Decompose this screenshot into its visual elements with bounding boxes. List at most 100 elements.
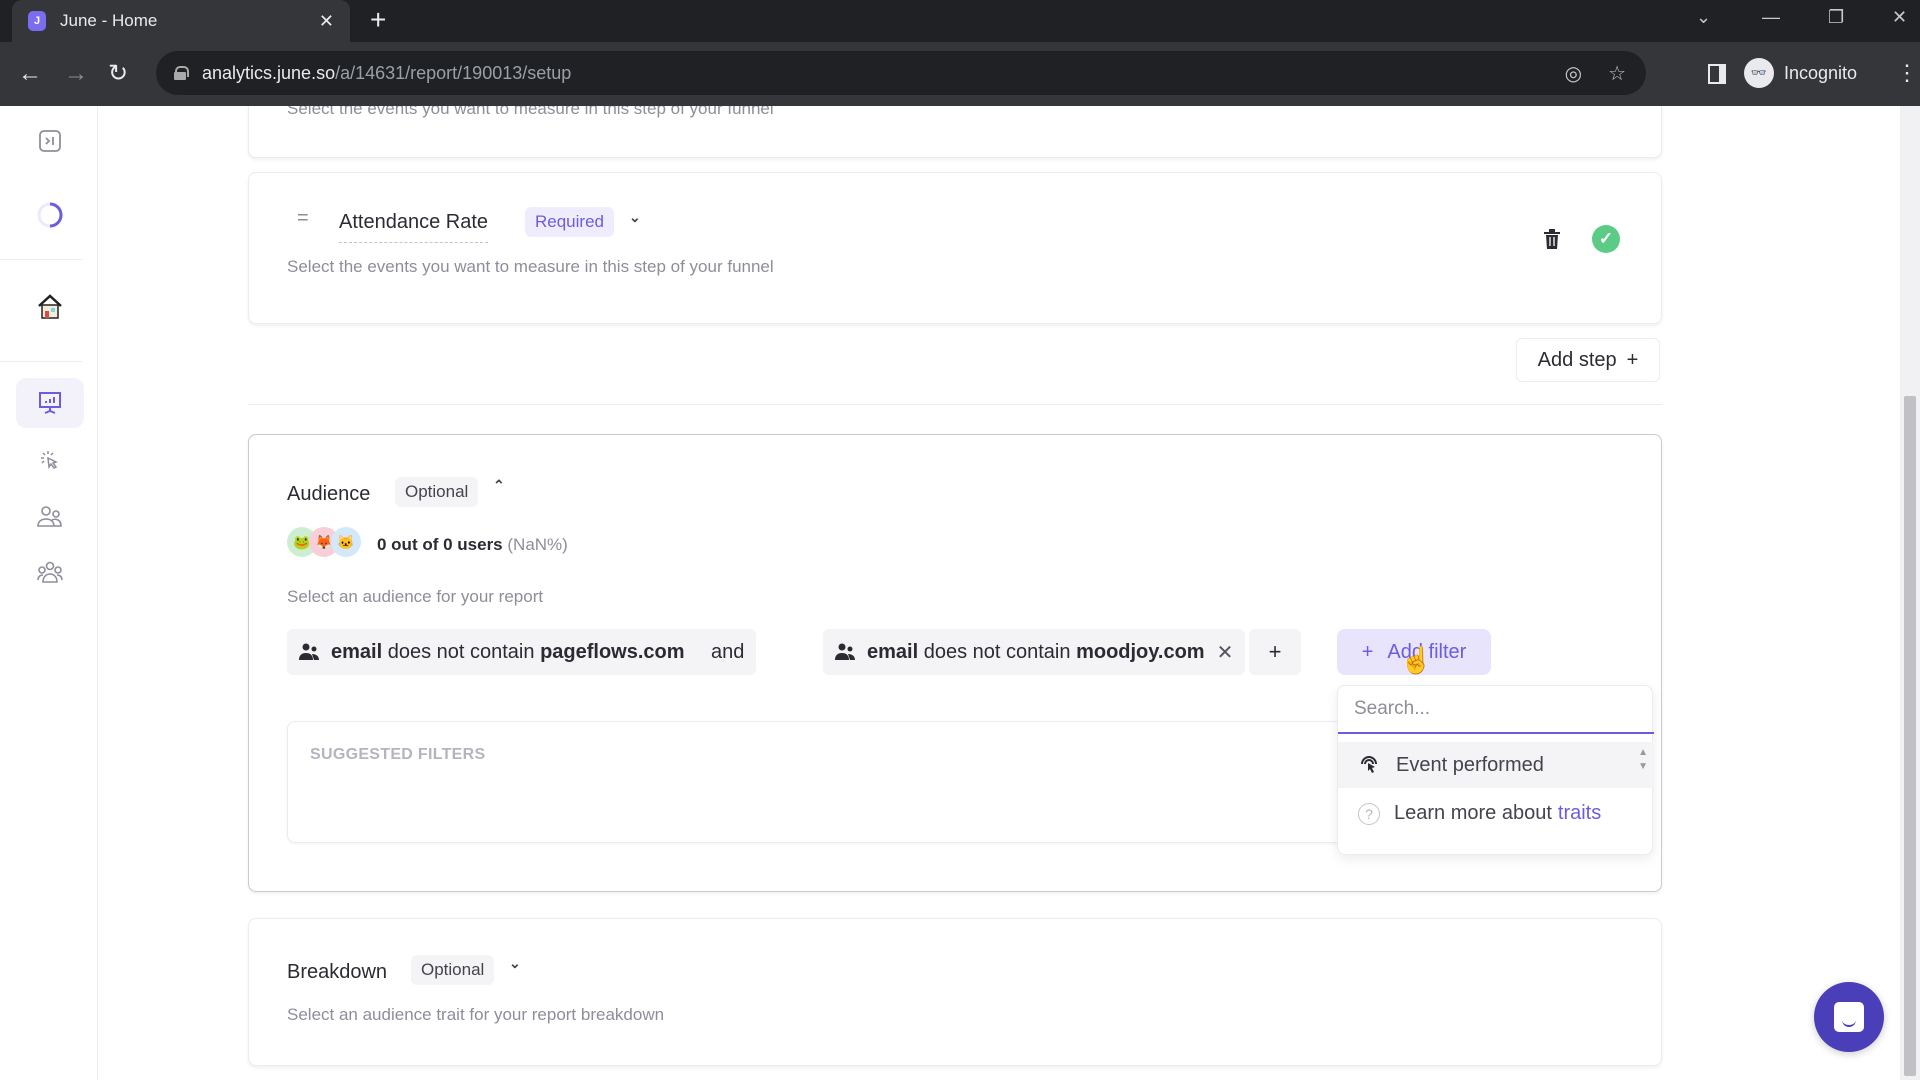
- tab-close-icon[interactable]: ✕: [319, 11, 334, 32]
- audience-user-count: 0 out of 0 users (NaN%): [377, 535, 568, 555]
- learn-more-text: Learn more about: [1394, 802, 1552, 824]
- plus-icon: +: [1361, 640, 1374, 663]
- sidebar-item-onboarding[interactable]: [16, 190, 84, 240]
- optional-badge: Optional: [411, 955, 495, 985]
- tab-search-icon[interactable]: ⌄: [1696, 0, 1711, 34]
- sidebar-item-events[interactable]: [16, 436, 84, 486]
- scrollbar-thumb[interactable]: [1904, 396, 1916, 1076]
- people-icon: [835, 643, 855, 660]
- browser-toolbar: ← → ↻ analytics.june.so/a/14631/report/1…: [0, 42, 1920, 106]
- plus-icon: +: [1626, 348, 1639, 371]
- mouse-pointer-icon: ☝: [1400, 645, 1433, 675]
- user-count-percent: (NaN%): [507, 535, 568, 554]
- sidebar-item-reports[interactable]: [16, 378, 84, 428]
- back-button[interactable]: ←: [18, 60, 42, 88]
- chat-icon: [1834, 1002, 1864, 1032]
- incognito-icon: 👓: [1744, 58, 1774, 88]
- chevron-down-icon[interactable]: ⌄: [629, 209, 641, 226]
- people-icon: [37, 506, 62, 527]
- trash-icon[interactable]: [1543, 229, 1561, 249]
- house-icon: [38, 294, 62, 319]
- minimize-button[interactable]: —: [1762, 0, 1780, 34]
- filter-field: email: [867, 640, 919, 663]
- browser-menu-icon[interactable]: ⋮: [1896, 60, 1918, 86]
- traits-link[interactable]: traits: [1558, 802, 1601, 825]
- sidebar-item-home[interactable]: [16, 282, 84, 332]
- star-icon[interactable]: ☆: [1608, 61, 1626, 86]
- close-window-button[interactable]: ✕: [1892, 0, 1907, 34]
- report-setup: Select the events you want to measure in…: [98, 106, 1900, 1080]
- section-divider: [248, 404, 1662, 405]
- sidebar-item-companies[interactable]: [16, 548, 84, 598]
- chevron-up-icon[interactable]: ⌃: [493, 477, 505, 494]
- funnel-step-card: Select the events you want to measure in…: [248, 106, 1662, 158]
- breakdown-description: Select an audience trait for your report…: [287, 1005, 665, 1024]
- people-icon: [299, 643, 319, 660]
- chevron-down-icon[interactable]: ⌄: [509, 955, 521, 972]
- filter-value: moodjoy.com: [1076, 640, 1205, 663]
- funnel-step-card: = Attendance Rate Required ⌄ Select the …: [248, 172, 1662, 324]
- progress-ring-icon: [37, 202, 63, 228]
- suggested-filters-title: SUGGESTED FILTERS: [310, 746, 486, 763]
- dropdown-option-event-performed[interactable]: Event performed ▲ ▼: [1338, 742, 1654, 788]
- sidebar-divider: [0, 361, 82, 362]
- new-tab-button[interactable]: +: [370, 6, 386, 34]
- browser-tabbar: J June - Home ✕ + ⌄ — ❐ ✕: [0, 0, 1920, 42]
- sidebar-item-people[interactable]: [16, 492, 84, 542]
- avatar: 🐱: [331, 527, 361, 557]
- learn-more-traits: ? Learn more about traits: [1358, 802, 1601, 825]
- add-step-label: Add step: [1537, 348, 1617, 371]
- address-bar[interactable]: analytics.june.so/a/14631/report/190013/…: [156, 51, 1646, 95]
- incognito-indicator[interactable]: 👓 Incognito: [1744, 51, 1857, 95]
- support-chat-button[interactable]: [1814, 982, 1884, 1052]
- sidebar-divider: [0, 259, 82, 260]
- step-valid-check-icon: ✓: [1592, 225, 1620, 253]
- audience-card: Audience Optional ⌃ 🐸 🦊 🐱 0 out of 0 use…: [248, 434, 1662, 892]
- audience-description: Select an audience for your report: [287, 587, 544, 606]
- side-panel-icon[interactable]: [1708, 64, 1726, 84]
- user-count-text: 0 out of 0 users: [377, 535, 503, 554]
- page-scrollbar[interactable]: [1900, 106, 1920, 1080]
- required-badge: Required: [525, 207, 614, 237]
- presentation-chart-icon: [39, 392, 61, 414]
- dropdown-scrollbar[interactable]: ▲ ▼: [1638, 746, 1648, 774]
- filter-conjunction[interactable]: and: [699, 629, 757, 675]
- add-step-button[interactable]: Add step +: [1516, 338, 1660, 382]
- reload-button[interactable]: ↻: [108, 60, 128, 88]
- filter-chip[interactable]: email does not contain moodjoy.com ✕: [823, 629, 1246, 675]
- audience-avatars: 🐸 🦊 🐱: [287, 527, 361, 557]
- option-label: Event performed: [1396, 753, 1544, 776]
- incognito-label: Incognito: [1784, 62, 1858, 83]
- step-name[interactable]: Attendance Rate: [339, 211, 488, 243]
- url-path: /a/14631/report/190013/setup: [335, 62, 572, 83]
- cursor-click-icon: [41, 451, 58, 470]
- url-host: analytics.june.so: [202, 62, 336, 83]
- eye-off-icon[interactable]: ◎: [1565, 61, 1582, 86]
- filter-operator: does not contain: [923, 640, 1071, 663]
- filter-operator: does not contain: [387, 640, 535, 663]
- audience-title: Audience: [287, 483, 371, 505]
- step-description: Select the events you want to measure in…: [287, 257, 774, 276]
- browser-tab[interactable]: J June - Home ✕: [12, 0, 350, 42]
- lock-icon: [174, 66, 189, 80]
- collapse-icon: [39, 130, 61, 152]
- tab-title: June - Home: [60, 11, 158, 30]
- filter-field: email: [331, 640, 383, 663]
- sidebar-item-collapse[interactable]: [16, 116, 84, 166]
- forward-button[interactable]: →: [64, 60, 88, 88]
- optional-badge: Optional: [395, 477, 479, 507]
- drag-handle-icon[interactable]: =: [297, 207, 309, 230]
- app-sidebar: [0, 106, 98, 1080]
- filter-dropdown: Event performed ▲▼ ? Learn more about tr…: [1337, 685, 1654, 855]
- filter-chip[interactable]: email does not contain pageflows.com ✕: [287, 629, 726, 675]
- help-circle-icon: ?: [1358, 802, 1380, 825]
- remove-filter-icon[interactable]: ✕: [1217, 640, 1234, 665]
- restore-button[interactable]: ❐: [1828, 0, 1844, 34]
- suggested-filters-panel: SUGGESTED FILTERS: [287, 721, 1397, 843]
- june-favicon-icon: J: [28, 11, 46, 31]
- cursor-click-icon: [1361, 756, 1377, 773]
- filter-value: pageflows.com: [540, 640, 685, 663]
- group-icon: [37, 561, 63, 583]
- add-filter-group-button[interactable]: +: [1249, 629, 1301, 675]
- filter-search-input[interactable]: [1338, 686, 1654, 734]
